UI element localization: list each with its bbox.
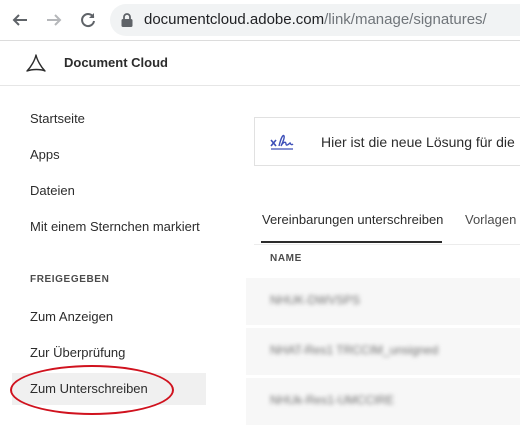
selected-tab-indicator bbox=[261, 241, 442, 243]
list-item[interactable]: NHUk-Res1-UMCCIRE bbox=[246, 378, 520, 426]
sidebar-item-zur-ueberpruefung[interactable]: Zur Überprüfung bbox=[12, 337, 206, 369]
list-item[interactable]: NHAT-Res1 TRCCIM_unsigned bbox=[246, 328, 520, 376]
lock-icon bbox=[120, 12, 134, 28]
sidebar: Startseite Apps Dateien Mit einem Sternc… bbox=[0, 86, 215, 431]
app-title: Document Cloud bbox=[64, 55, 168, 70]
sidebar-item-zum-unterschreiben[interactable]: Zum Unterschreiben bbox=[12, 373, 206, 405]
tabs-divider bbox=[254, 244, 520, 245]
forward-arrow-icon[interactable] bbox=[42, 8, 66, 32]
signature-icon bbox=[269, 132, 295, 152]
list-item-name: NHUk-Res1-UMCCIRE bbox=[270, 393, 395, 407]
list-item-name: NHUK-DWVSPS bbox=[270, 293, 361, 307]
info-banner: Hier ist die neue Lösung für die bbox=[254, 117, 520, 166]
address-bar[interactable]: documentcloud.adobe.com/link/manage/sign… bbox=[110, 4, 520, 36]
sidebar-item-dateien[interactable]: Dateien bbox=[12, 175, 206, 207]
sidebar-section-heading: FREIGEGEBEN bbox=[30, 274, 110, 285]
tab-vorlagen[interactable]: Vorlagen bbox=[465, 212, 516, 227]
list-item-name: NHAT-Res1 TRCCIM_unsigned bbox=[270, 343, 439, 357]
url-host: documentcloud.adobe.com bbox=[144, 11, 325, 28]
sidebar-item-zum-anzeigen[interactable]: Zum Anzeigen bbox=[12, 301, 206, 333]
sidebar-item-starred[interactable]: Mit einem Sternchen markiert bbox=[12, 211, 206, 243]
back-arrow-icon[interactable] bbox=[8, 8, 32, 32]
banner-text: Hier ist die neue Lösung für die bbox=[321, 134, 515, 150]
list-item[interactable]: NHUK-DWVSPS bbox=[246, 278, 520, 326]
app-header: Document Cloud bbox=[0, 41, 520, 86]
tab-bar: Vereinbarungen unterschreiben Vorlagen bbox=[254, 204, 520, 246]
sidebar-item-startseite[interactable]: Startseite bbox=[12, 103, 206, 135]
sidebar-item-apps[interactable]: Apps bbox=[12, 139, 206, 171]
browser-toolbar: documentcloud.adobe.com/link/manage/sign… bbox=[0, 0, 520, 41]
url-text: documentcloud.adobe.com/link/manage/sign… bbox=[144, 11, 487, 28]
reload-icon[interactable] bbox=[76, 8, 100, 32]
column-header-name[interactable]: NAME bbox=[270, 253, 302, 264]
tab-vereinbarungen[interactable]: Vereinbarungen unterschreiben bbox=[262, 212, 443, 227]
acrobat-logo-icon[interactable] bbox=[24, 51, 48, 75]
url-path: /link/manage/signatures/ bbox=[324, 11, 487, 28]
